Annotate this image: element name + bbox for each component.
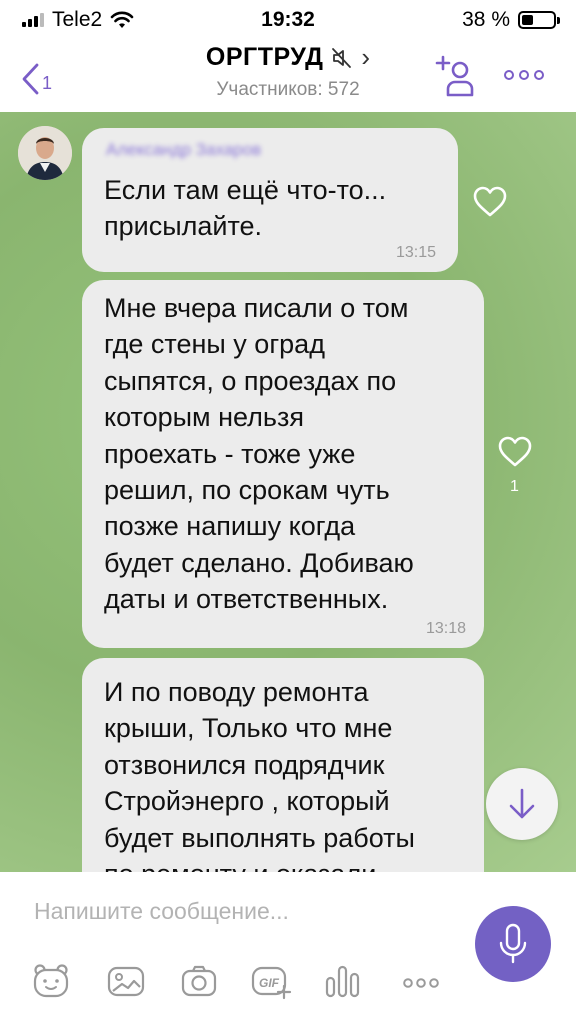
battery-icon [518, 11, 560, 29]
like-button[interactable] [497, 436, 533, 473]
chat-title: ОРГТРУД [205, 43, 324, 71]
more-button[interactable] [504, 70, 544, 80]
more-dot [534, 70, 544, 80]
microphone-icon [499, 923, 527, 964]
poll-button[interactable] [324, 964, 362, 1003]
message-line: которым нельзя [104, 402, 304, 433]
arrow-down-icon [509, 788, 535, 819]
voice-message-button[interactable] [475, 906, 551, 982]
message-line: Стройэнерго , который [104, 786, 390, 817]
message-line: присылайте. [104, 211, 263, 242]
add-member-button[interactable] [434, 54, 474, 105]
message-bubble[interactable]: И по поводу ремонта крыши, Только что мн… [82, 658, 484, 872]
camera-button[interactable] [180, 964, 218, 1003]
avatar-photo [18, 126, 72, 180]
gallery-icon [107, 966, 145, 997]
like-button[interactable] [472, 186, 508, 223]
like-count: 1 [510, 478, 519, 495]
mute-icon [332, 47, 352, 68]
message-line: будет сделано. Добиваю [104, 547, 414, 578]
sticker-button[interactable] [32, 964, 70, 1003]
message-line: где стены у оград [104, 329, 325, 360]
participants-count: Участников: 572 [216, 79, 360, 100]
message-line: даты и ответственных. [104, 584, 389, 615]
sender-name[interactable]: Александр Захаров [106, 140, 261, 160]
status-right: 38 % [462, 8, 560, 32]
chat-header: 1 ОРГТРУД › Участников: 572 [0, 40, 576, 112]
message-line: по ремонту и оказали [104, 856, 415, 872]
message-line: крыши, Только что мне [104, 713, 393, 744]
message-line: позже напишу когда [104, 511, 356, 542]
message-time: 13:18 [425, 620, 466, 637]
message-line: Если там ещё что-то... [104, 175, 387, 205]
sticker-icon [33, 964, 69, 998]
scroll-down-button[interactable] [486, 768, 558, 840]
battery-level-fill [522, 15, 533, 25]
more-dot [519, 70, 529, 80]
chevron-right-icon: › [361, 42, 371, 72]
poll-icon [325, 965, 360, 998]
heart-icon [473, 186, 507, 217]
message-bubble[interactable]: Александр Захаров Если там ещё что-то...… [82, 128, 458, 272]
message-line: отзвонился подрядчик [104, 749, 385, 780]
title-row[interactable]: ОРГТРУД › [206, 42, 370, 73]
message-text: Мне вчера писали о том где стены у оград… [104, 290, 414, 618]
more-icon [403, 978, 439, 988]
composer: Напишите сообщение... GIF [0, 872, 576, 1024]
message-line: проехать - тоже уже [104, 438, 356, 469]
add-member-icon [435, 55, 474, 97]
chat-title-area[interactable]: ОРГТРУД › Участников: 572 [0, 40, 576, 101]
chat-area[interactable]: Александр Захаров Если там ещё что-то...… [0, 112, 576, 872]
more-tools-button[interactable] [402, 976, 440, 994]
message-line: И по поводу ремонта [104, 677, 369, 707]
camera-icon [181, 965, 217, 997]
battery-percent: 38 % [462, 8, 510, 31]
more-dot [504, 70, 514, 80]
status-bar: Tele2 19:32 38 % [0, 0, 576, 40]
message-line: будет выполнять работы [104, 822, 415, 853]
message-input[interactable]: Напишите сообщение... [34, 898, 289, 925]
message-time: 13:15 [395, 244, 436, 261]
heart-icon [498, 436, 532, 467]
gif-label: GIF [259, 976, 279, 990]
avatar[interactable] [18, 126, 72, 180]
message-text: И по поводу ремонта крыши, Только что мн… [104, 674, 415, 872]
gif-button[interactable]: GIF [250, 964, 292, 1000]
gallery-button[interactable] [106, 964, 146, 1003]
message-line: сыпятся, о проездах по [104, 365, 397, 396]
message-bubble[interactable]: Мне вчера писали о том где стены у оград… [82, 280, 484, 648]
message-line: Мне вчера писали о том [104, 293, 409, 323]
message-line: решил, по срокам чуть [104, 475, 390, 506]
message-text: Если там ещё что-то... присылайте. [104, 172, 386, 245]
